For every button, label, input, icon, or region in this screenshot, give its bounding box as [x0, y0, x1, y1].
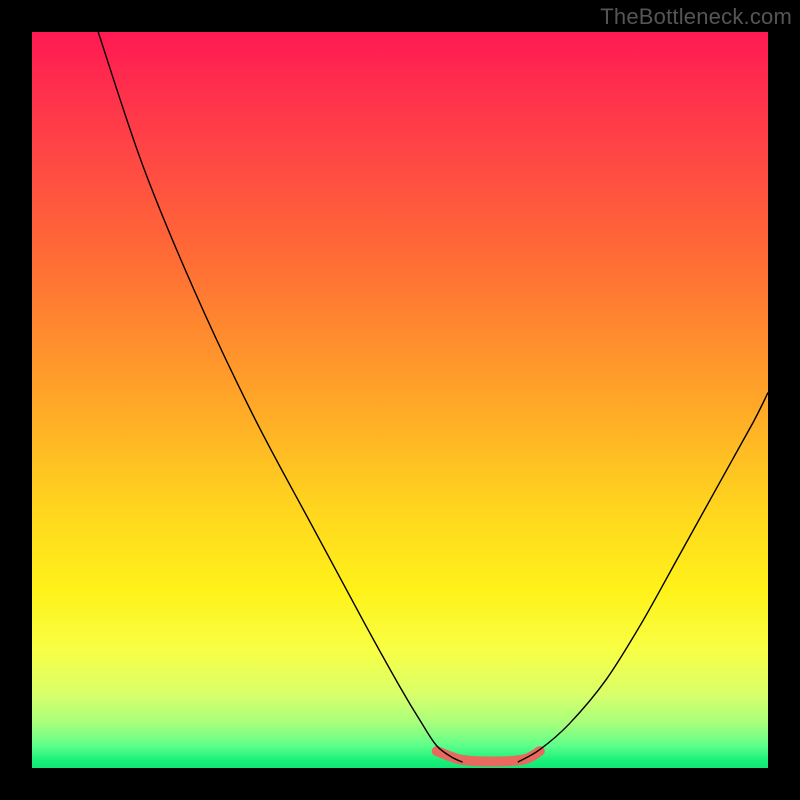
right-branch	[518, 393, 768, 762]
curve-svg	[32, 32, 768, 768]
plot-area	[32, 32, 768, 768]
left-branch	[98, 32, 462, 762]
chart-frame: TheBottleneck.com	[0, 0, 800, 800]
watermark-text: TheBottleneck.com	[600, 4, 792, 30]
valley-band	[437, 751, 540, 762]
